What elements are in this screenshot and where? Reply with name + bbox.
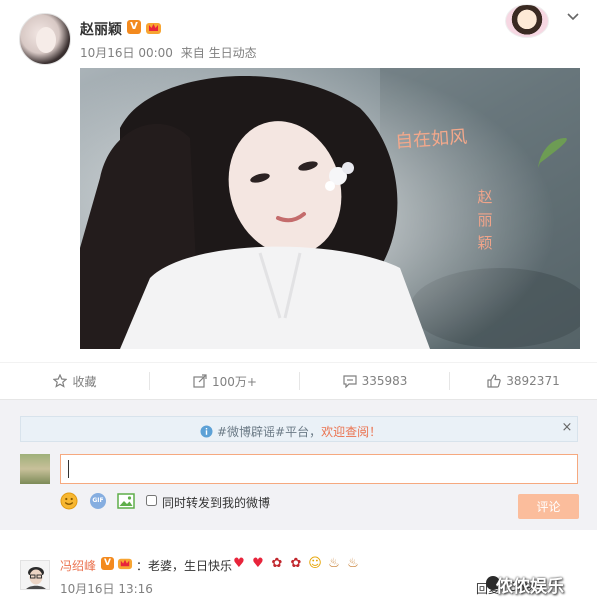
verified-v-badge[interactable]: V <box>127 20 141 34</box>
like-count: 3892371 <box>506 374 560 388</box>
my-avatar[interactable] <box>20 454 50 484</box>
grin-icon: ☺ <box>308 556 322 571</box>
action-bar: 收藏 100万+ 335983 3892371 <box>0 362 597 399</box>
source-prefix: 来自 <box>180 46 205 60</box>
forward-checkbox[interactable] <box>146 495 157 506</box>
post-meta: 10月16日 00:00 来自 生日动态 <box>80 44 257 61</box>
rose-icon: ✿ <box>290 556 302 571</box>
photo-text-vertical: 赵丽颖 <box>477 188 493 252</box>
image-icon[interactable] <box>117 493 135 509</box>
user-name-link[interactable]: 赵丽颖 <box>80 19 122 39</box>
forward-checkbox-label[interactable]: 同时转发到我的微博 <box>162 494 270 511</box>
close-icon[interactable]: × <box>560 420 574 436</box>
text-caret <box>68 460 69 478</box>
photo-illustration <box>80 68 580 349</box>
member-crown-icon[interactable] <box>145 19 162 35</box>
forward-count: 100万+ <box>212 374 257 389</box>
submit-comment-button[interactable]: 评论 <box>518 494 579 519</box>
comment-button[interactable]: 335983 <box>300 363 450 399</box>
commenter-avatar[interactable] <box>20 560 50 590</box>
forward-button[interactable]: 100万+ <box>150 363 300 399</box>
comment-text: ：老婆，生日快乐 <box>136 559 233 573</box>
photo-text-cursive: 自在如风 <box>394 126 468 153</box>
rumor-notice: #微博辟谣#平台， 欢迎查阅！ <box>200 423 381 440</box>
comment-icon <box>342 375 357 388</box>
rose-icon: ✿ <box>271 556 283 571</box>
post-time[interactable]: 10月16日 00:00 <box>80 46 173 60</box>
gif-icon[interactable]: GIF <box>90 493 106 509</box>
post-source-link[interactable]: 生日动态 <box>209 46 257 60</box>
cake-icon: ♨ <box>347 556 359 571</box>
thumbs-up-icon <box>487 374 501 388</box>
commenter-name[interactable]: 冯绍峰 <box>60 557 96 574</box>
heart-icon: ♥ <box>252 556 264 571</box>
notice-text: #微博辟谣#平台， <box>217 425 322 439</box>
verified-v-badge[interactable]: V <box>101 557 114 570</box>
heart-icon: ♥ <box>233 556 245 571</box>
info-icon <box>200 425 213 438</box>
chevron-down-icon[interactable] <box>566 11 580 23</box>
post-photo[interactable] <box>80 68 580 349</box>
comment-input[interactable] <box>60 454 578 484</box>
comment-count: 335983 <box>361 374 408 388</box>
comment-time[interactable]: 10月16日 13:16 <box>60 580 153 597</box>
member-crown-icon[interactable] <box>117 555 133 570</box>
forward-icon <box>193 374 207 388</box>
favorite-button[interactable]: 收藏 <box>0 363 150 399</box>
like-button[interactable]: 3892371 <box>450 363 597 399</box>
watermark-text: 侬侬娱乐 <box>496 577 564 597</box>
cake-icon: ♨ <box>328 556 340 571</box>
user-avatar[interactable] <box>19 13 71 65</box>
star-icon <box>53 374 68 388</box>
favorite-label: 收藏 <box>72 374 97 389</box>
notice-link[interactable]: 欢迎查阅！ <box>321 423 381 440</box>
floating-avatar-icon[interactable] <box>505 4 549 38</box>
comment-emojis: ♥ ♥ ✿ ✿ ☺ ♨ ♨ <box>230 555 363 573</box>
emoji-icon[interactable] <box>60 492 78 510</box>
commenter-portrait <box>21 561 49 589</box>
